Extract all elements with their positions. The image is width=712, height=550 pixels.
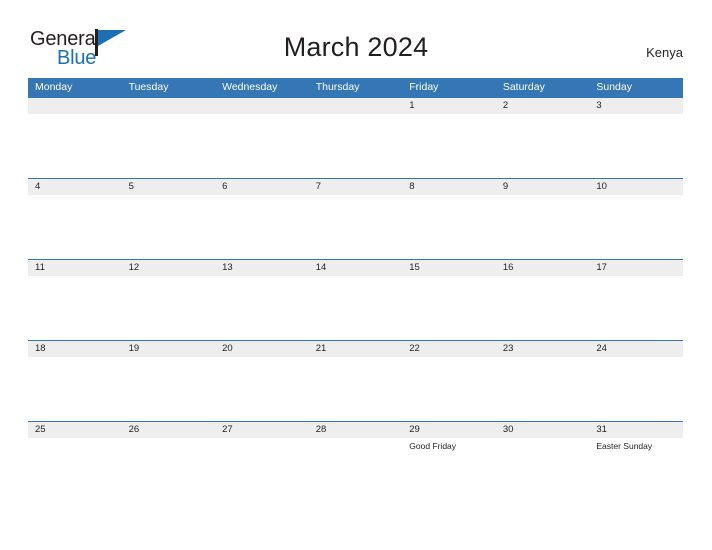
day-number: 17 [596, 262, 607, 273]
day-cell[interactable]: 22 [402, 340, 496, 421]
country-label: Kenya [646, 45, 683, 60]
day-cell[interactable]: 7 [309, 178, 403, 259]
day-events: Easter Sunday [596, 440, 682, 452]
day-events: Good Friday [409, 440, 495, 452]
day-cell[interactable]: 24 [589, 340, 683, 421]
day-cell[interactable]: 31 Easter Sunday [589, 421, 683, 502]
calendar-weeks: 1 2 3 4 5 6 7 8 9 10 11 12 13 14 15 16 17 18 19 20 21 22 23 24 2… [28, 97, 683, 502]
week-cells: 4 5 6 7 8 9 10 [28, 178, 683, 259]
day-cell-empty [215, 97, 309, 178]
day-cell-empty [122, 97, 216, 178]
day-number: 25 [35, 424, 46, 435]
day-cell[interactable]: 5 [122, 178, 216, 259]
day-number: 8 [409, 181, 415, 192]
day-number: 31 [596, 424, 607, 435]
day-cell[interactable]: 18 [28, 340, 122, 421]
day-number: 18 [35, 343, 46, 354]
day-number: 24 [596, 343, 607, 354]
day-number: 29 [409, 424, 420, 435]
day-number: 2 [502, 100, 509, 111]
day-cell[interactable]: 17 [589, 259, 683, 340]
day-cell[interactable]: 15 [402, 259, 496, 340]
day-cell[interactable]: 29 Good Friday [402, 421, 496, 502]
calendar-week-row: 1 2 3 [28, 97, 683, 178]
weekday-header-saturday: Saturday [502, 81, 545, 93]
day-cell[interactable]: 13 [215, 259, 309, 340]
weekday-header-monday: Monday [35, 81, 73, 93]
day-number: 5 [128, 181, 134, 192]
page-title: March 2024 [283, 32, 429, 62]
day-number: 13 [222, 262, 233, 273]
day-cell[interactable]: 2 [496, 97, 590, 178]
day-number: 9 [502, 181, 509, 192]
calendar-week-row: 25 26 27 28 29 Good Friday 30 31 Easter Sunday [28, 421, 683, 502]
page-header: General Blue March 2024 Kenya [0, 0, 712, 78]
day-cell[interactable]: 28 [309, 421, 403, 502]
weekday-header-wednesday: Wednesday [222, 81, 278, 93]
day-cell[interactable]: 26 [122, 421, 216, 502]
day-number: 19 [128, 343, 140, 354]
day-cell[interactable]: 14 [309, 259, 403, 340]
day-number: 12 [128, 262, 140, 273]
day-cell[interactable]: 16 [496, 259, 590, 340]
weekday-header-sunday: Sunday [596, 81, 632, 93]
day-cell[interactable]: 10 [589, 178, 683, 259]
day-number: 4 [35, 181, 41, 192]
day-cell[interactable]: 11 [28, 259, 122, 340]
day-cell[interactable]: 3 [589, 97, 683, 178]
day-number: 20 [222, 343, 233, 354]
calendar-week-row: 18 19 20 21 22 23 24 [28, 340, 683, 421]
day-cell[interactable]: 9 [496, 178, 590, 259]
week-cells: 1 2 3 [28, 97, 683, 178]
day-cell[interactable]: 30 [496, 421, 590, 502]
day-cell[interactable]: 23 [496, 340, 590, 421]
day-number: 23 [502, 343, 514, 354]
day-number: 26 [128, 424, 140, 435]
day-number: 1 [409, 100, 415, 111]
day-number: 11 [35, 262, 45, 273]
day-cell[interactable]: 19 [122, 340, 216, 421]
day-cell[interactable]: 12 [122, 259, 216, 340]
day-cell[interactable]: 8 [402, 178, 496, 259]
day-cell-empty [28, 97, 122, 178]
day-number: 15 [409, 262, 420, 273]
day-number: 27 [222, 424, 233, 435]
weekday-header-tuesday: Tuesday [128, 81, 169, 93]
day-number: 16 [502, 262, 514, 273]
day-cell[interactable]: 27 [215, 421, 309, 502]
day-number: 22 [409, 343, 420, 354]
day-number: 10 [596, 181, 607, 192]
calendar-week-row: 11 12 13 14 15 16 17 [28, 259, 683, 340]
day-number: 7 [315, 181, 321, 192]
week-cells: 11 12 13 14 15 16 17 [28, 259, 683, 340]
day-cell-empty [309, 97, 403, 178]
day-number: 30 [502, 424, 514, 435]
day-cell[interactable]: 25 [28, 421, 122, 502]
day-cell[interactable]: 21 [309, 340, 403, 421]
weekday-header-row: Monday Tuesday Wednesday Thursday Friday… [28, 78, 683, 97]
day-cell[interactable]: 20 [215, 340, 309, 421]
day-cell[interactable]: 1 [402, 97, 496, 178]
day-cell[interactable]: 4 [28, 178, 122, 259]
holiday-event: Easter Sunday [596, 441, 653, 451]
day-number: 6 [222, 181, 228, 192]
weekday-header-friday: Friday [409, 81, 439, 93]
day-cell[interactable]: 6 [215, 178, 309, 259]
day-number: 28 [315, 424, 327, 435]
week-cells: 25 26 27 28 29 Good Friday 30 31 Easter Sunday [28, 421, 683, 502]
day-number: 21 [315, 343, 327, 354]
calendar-page: General Blue March 2024 Kenya Monday Tue… [0, 0, 712, 550]
day-number: 14 [315, 262, 327, 273]
week-cells: 18 19 20 21 22 23 24 [28, 340, 683, 421]
calendar-grid: Monday Tuesday Wednesday Thursday Friday… [28, 78, 683, 502]
weekday-header-thursday: Thursday [315, 81, 360, 93]
calendar-week-row: 4 5 6 7 8 9 10 [28, 178, 683, 259]
day-number: 3 [596, 100, 602, 111]
holiday-event: Good Friday [409, 441, 457, 451]
